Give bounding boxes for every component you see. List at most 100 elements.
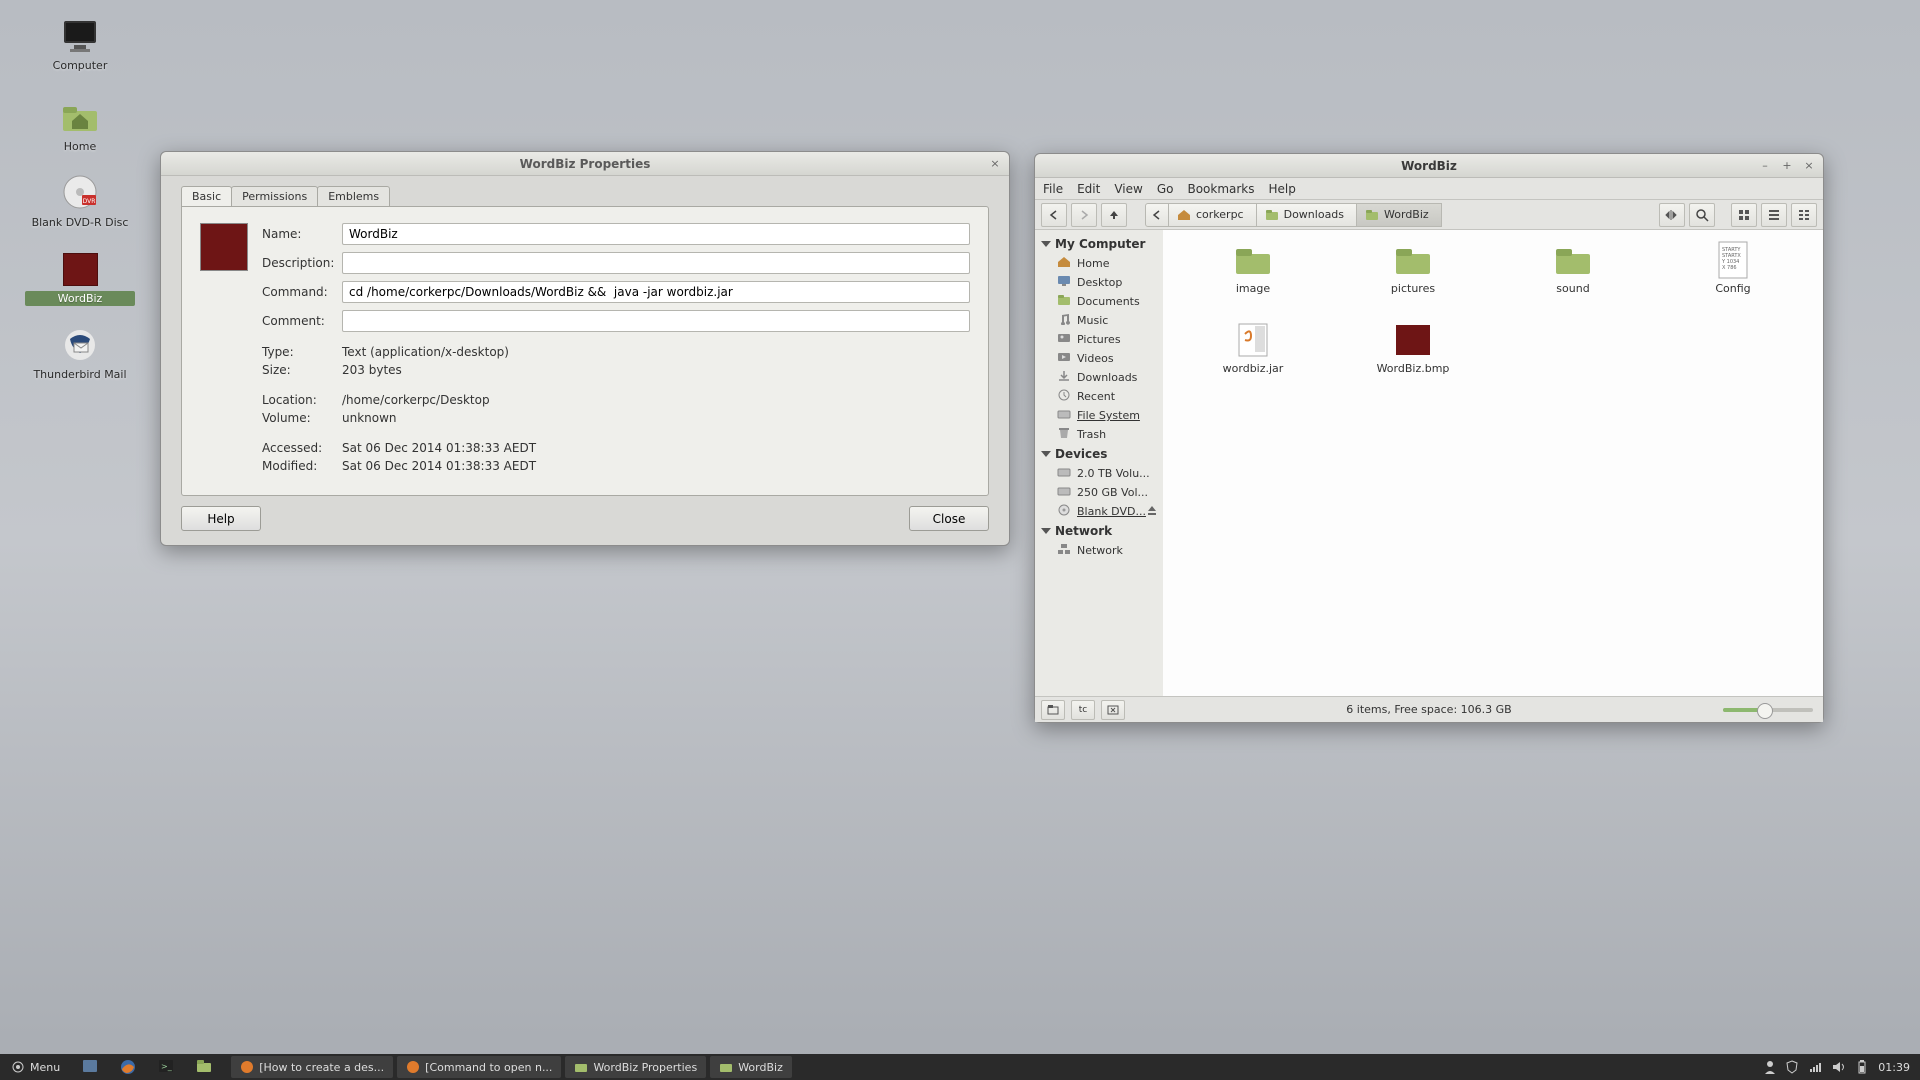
maximize-icon[interactable]: + (1779, 157, 1795, 173)
zoom-slider[interactable] (1723, 708, 1813, 712)
file-item[interactable]: wordbiz.jar (1175, 322, 1331, 398)
help-button[interactable]: Help (181, 506, 261, 531)
file-item[interactable]: image (1175, 242, 1331, 318)
desktop-icon-dvd[interactable]: DVR Blank DVD-R Disc (25, 174, 135, 230)
path-segment-downloads[interactable]: Downloads (1256, 203, 1357, 227)
tabs: Basic Permissions Emblems (181, 186, 1009, 206)
network-icon[interactable] (1808, 1061, 1822, 1073)
tab-emblems[interactable]: Emblems (317, 186, 390, 206)
volume-icon[interactable] (1832, 1061, 1846, 1073)
sidebar-item-pictures[interactable]: Pictures (1035, 330, 1163, 349)
menu-view[interactable]: View (1114, 182, 1142, 196)
show-tree-button[interactable]: tc (1071, 700, 1095, 720)
back-button[interactable] (1041, 203, 1067, 227)
tab-basic[interactable]: Basic (181, 186, 232, 206)
titlebar[interactable]: WordBiz – + × (1035, 154, 1823, 178)
icon-pane[interactable]: imagepicturessoundSTARTYSTARTXY 1034X 78… (1163, 230, 1823, 696)
sidebar-item-recent[interactable]: Recent (1035, 387, 1163, 406)
description-field[interactable] (342, 252, 970, 274)
sidebar-item-downloads[interactable]: Downloads (1035, 368, 1163, 387)
sidebar-item-desktop[interactable]: Desktop (1035, 273, 1163, 292)
location-label: Location: (262, 393, 342, 407)
close-icon[interactable]: × (1801, 157, 1817, 173)
sidebar-item-network[interactable]: Network (1035, 541, 1163, 560)
desktop-icon-home[interactable]: Home (25, 98, 135, 154)
taskbar-item-label: [How to create a des... (259, 1061, 384, 1074)
taskbar-item-properties[interactable]: WordBiz Properties (565, 1056, 706, 1078)
sidebar-section-my-computer[interactable]: My Computer (1035, 234, 1163, 254)
search-button[interactable] (1689, 203, 1715, 227)
taskbar-item-howto[interactable]: [How to create a des... (231, 1056, 393, 1078)
files-launcher[interactable] (187, 1056, 221, 1078)
taskbar-item-wordbiz[interactable]: WordBiz (710, 1056, 792, 1078)
sidebar-item-blank-dvd-[interactable]: Blank DVD... (1035, 502, 1163, 521)
toolbar: corkerpc Downloads WordBiz (1035, 200, 1823, 230)
taskbar: Menu >_ [How to create a des... [Command… (0, 1054, 1920, 1080)
desktop-icon-wordbiz[interactable]: WordBiz (25, 250, 135, 306)
list-view-button[interactable] (1761, 203, 1787, 227)
eject-icon[interactable] (1147, 505, 1157, 518)
name-field[interactable] (342, 223, 970, 245)
taskbar-item-command[interactable]: [Command to open n... (397, 1056, 561, 1078)
close-sidebar-button[interactable] (1101, 700, 1125, 720)
home-icon (1057, 256, 1071, 271)
user-icon[interactable] (1764, 1060, 1776, 1074)
sidebar-item-label: Pictures (1077, 333, 1121, 346)
show-desktop-button[interactable] (73, 1056, 107, 1078)
desktop-icon-thunderbird[interactable]: Thunderbird Mail (25, 326, 135, 382)
shield-icon[interactable] (1786, 1060, 1798, 1074)
show-places-button[interactable] (1041, 700, 1065, 720)
path-segment-wordbiz[interactable]: WordBiz (1356, 203, 1442, 227)
sidebar-section-network[interactable]: Network (1035, 521, 1163, 541)
search-icon (1695, 208, 1709, 222)
close-icon[interactable]: × (987, 155, 1003, 171)
compact-view-button[interactable] (1791, 203, 1817, 227)
up-button[interactable] (1101, 203, 1127, 227)
sidebar-item-videos[interactable]: Videos (1035, 349, 1163, 368)
sidebar-item-250-gb-vol-[interactable]: 250 GB Vol... (1035, 483, 1163, 502)
file-item[interactable]: pictures (1335, 242, 1491, 318)
command-field[interactable] (342, 281, 970, 303)
terminal-launcher[interactable]: >_ (149, 1056, 183, 1078)
comment-field[interactable] (342, 310, 970, 332)
file-item[interactable]: STARTYSTARTXY 1034X 786Config (1655, 242, 1811, 318)
sidebar-item-file-system[interactable]: File System (1035, 406, 1163, 425)
preview-icon[interactable] (200, 223, 248, 271)
sidebar-section-devices[interactable]: Devices (1035, 444, 1163, 464)
sidebar-item-documents[interactable]: Documents (1035, 292, 1163, 311)
desktop-icon-label: Thunderbird Mail (25, 367, 135, 382)
sidebar-item-2-0-tb-volu-[interactable]: 2.0 TB Volu... (1035, 464, 1163, 483)
location-toggle-button[interactable] (1659, 203, 1685, 227)
menu-help[interactable]: Help (1269, 182, 1296, 196)
menu-go[interactable]: Go (1157, 182, 1174, 196)
path-root-button[interactable] (1145, 203, 1169, 227)
minimize-icon[interactable]: – (1757, 157, 1773, 173)
menu-bookmarks[interactable]: Bookmarks (1187, 182, 1254, 196)
accessed-value: Sat 06 Dec 2014 01:38:33 AEDT (342, 441, 536, 455)
dvd-icon: DVR (56, 174, 104, 212)
file-item[interactable]: sound (1495, 242, 1651, 318)
sidebar-item-label: Downloads (1077, 371, 1137, 384)
menu-file[interactable]: File (1043, 182, 1063, 196)
comment-label: Comment: (262, 314, 342, 328)
taskbar-item-label: WordBiz (738, 1061, 783, 1074)
icon-view-button[interactable] (1731, 203, 1757, 227)
path-segment-home[interactable]: corkerpc (1168, 203, 1257, 227)
titlebar[interactable]: WordBiz Properties × (161, 152, 1009, 176)
desktop-icon-label: WordBiz (25, 291, 135, 306)
menu-button[interactable]: Menu (2, 1056, 69, 1078)
desktop-icon-computer[interactable]: Computer (25, 17, 135, 73)
firefox-launcher[interactable] (111, 1056, 145, 1078)
tab-permissions[interactable]: Permissions (231, 186, 318, 206)
menu-edit[interactable]: Edit (1077, 182, 1100, 196)
battery-icon[interactable] (1856, 1060, 1868, 1074)
sidebar-item-music[interactable]: Music (1035, 311, 1163, 330)
sidebar-item-trash[interactable]: Trash (1035, 425, 1163, 444)
file-item[interactable]: WordBiz.bmp (1335, 322, 1491, 398)
sidebar-item-home[interactable]: Home (1035, 254, 1163, 273)
close-button[interactable]: Close (909, 506, 989, 531)
clock[interactable]: 01:39 (1878, 1061, 1910, 1074)
path-label: WordBiz (1384, 208, 1429, 221)
forward-button[interactable] (1071, 203, 1097, 227)
desktop-icon-label: Computer (25, 58, 135, 73)
